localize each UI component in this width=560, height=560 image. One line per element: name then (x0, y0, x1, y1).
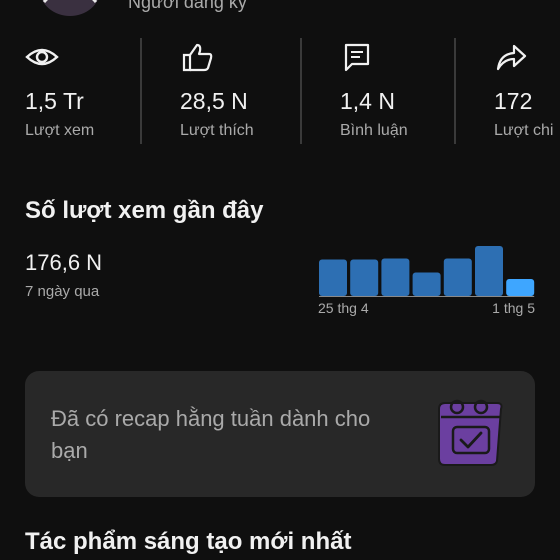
share-icon (496, 44, 527, 71)
calendar-check-icon (438, 399, 503, 466)
channel-header: Người đăng ký (0, 0, 560, 22)
chart-bar (381, 258, 410, 296)
comment-icon (344, 43, 370, 72)
stat-label: Lượt chi (494, 122, 554, 139)
stat-value: 172 (494, 88, 533, 114)
stats-row: 1,5 Tr Lượt xem 28,5 N Lượt thích 1,4 N … (0, 36, 560, 146)
latest-creations-title: Tác phẩm sáng tạo mới nhất (25, 528, 352, 555)
subscriber-label: Người đăng ký (128, 0, 247, 12)
stat-value: 1,4 N (340, 88, 395, 114)
recent-views-value: 176,6 N (25, 250, 103, 275)
recent-views-title: Số lượt xem gần đây (25, 197, 264, 224)
stat-value: 28,5 N (180, 88, 248, 114)
stat-label: Bình luận (340, 122, 408, 139)
recap-text: Đã có recap hằng tuần dành cho bạn (51, 406, 371, 463)
x-tick-label-end: 1 thg 5 (492, 300, 535, 316)
stat-label: Lượt xem (25, 122, 95, 139)
chart-bar (475, 246, 503, 296)
chart-bar (506, 279, 535, 296)
chart-bar (350, 259, 379, 296)
recent-views-period: 7 ngày qua (25, 283, 100, 300)
chart-bar (319, 259, 347, 296)
stat-value: 1,5 Tr (25, 88, 84, 114)
divider (454, 38, 456, 144)
weekly-recap-card[interactable]: Đã có recap hằng tuần dành cho bạn (25, 371, 535, 497)
divider (140, 38, 142, 144)
chart-bar (443, 258, 472, 296)
thumbs-up-icon (182, 43, 213, 72)
x-tick-label-start: 25 thg 4 (318, 300, 369, 316)
recent-views-chart[interactable]: 25 thg 4 1 thg 5 (315, 240, 540, 320)
divider (300, 38, 302, 144)
stat-label: Lượt thích (180, 122, 254, 139)
channel-avatar[interactable] (38, 0, 102, 18)
eye-icon (25, 48, 59, 66)
chart-bar (412, 272, 441, 296)
